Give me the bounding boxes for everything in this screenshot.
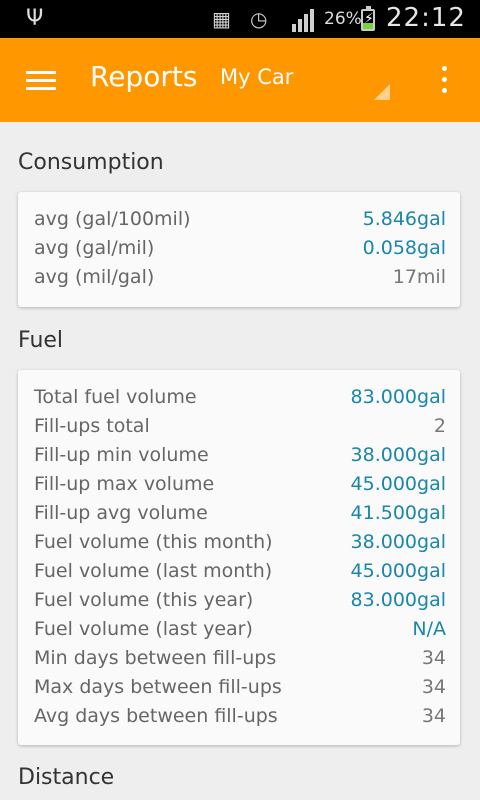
stat-value: 34 (421, 705, 446, 727)
stat-label: Avg days between fill-ups (34, 705, 278, 727)
status-bar: Ψ ▦ ◷ 26% ⚡ 22:12 (0, 0, 480, 38)
battery-charging-icon: ⚡ (361, 6, 375, 31)
hamburger-icon (26, 71, 56, 74)
stat-row: Fuel volume (this month) 38.000gal (34, 531, 446, 560)
overflow-menu-button[interactable] (424, 58, 464, 102)
stat-row: avg (gal/mil) 0.058gal (34, 237, 446, 266)
stat-label: avg (mil/gal) (34, 266, 155, 288)
stat-row: Fuel volume (last month) 45.000gal (34, 560, 446, 589)
dropdown-triangle-icon (374, 84, 390, 100)
stat-value: 17mil (392, 266, 446, 288)
stat-label: Fuel volume (this year) (34, 589, 254, 611)
section-title-distance: Distance (18, 765, 115, 790)
car-selector-value: My Car (220, 65, 294, 89)
stat-label: avg (gal/100mil) (34, 208, 191, 230)
stat-row: avg (gal/100mil) 5.846gal (34, 208, 446, 237)
signal-strength-icon (292, 8, 320, 32)
usb-icon: Ψ (26, 6, 44, 31)
stat-label: avg (gal/mil) (34, 237, 155, 259)
stat-value: 38.000gal (350, 531, 446, 553)
section-title-fuel: Fuel (18, 328, 64, 353)
stat-value: 45.000gal (350, 560, 446, 582)
stat-value: 45.000gal (350, 473, 446, 495)
stat-label: Fill-up avg volume (34, 502, 208, 524)
stat-row: Fill-up max volume 45.000gal (34, 473, 446, 502)
alarm-clock-icon: ◷ (250, 7, 268, 31)
stat-row: Min days between fill-ups 34 (34, 647, 446, 676)
menu-button[interactable] (18, 58, 62, 102)
page-title: Reports (90, 60, 198, 93)
stat-value: 34 (421, 676, 446, 698)
stat-row: Total fuel volume 83.000gal (34, 386, 446, 415)
stat-value: 0.058gal (362, 237, 446, 259)
stat-label: Fill-ups total (34, 415, 150, 437)
app-bar: Reports My Car (0, 38, 480, 122)
battery-percent: 26% (324, 9, 362, 29)
stat-value: 83.000gal (350, 386, 446, 408)
stat-label: Fuel volume (last year) (34, 618, 253, 640)
car-selector-dropdown[interactable]: My Car (220, 56, 396, 106)
section-title-consumption: Consumption (18, 150, 164, 175)
stat-row: avg (mil/gal) 17mil (34, 266, 446, 295)
stat-row: Max days between fill-ups 34 (34, 676, 446, 705)
vibrate-off-icon: ▦ (212, 7, 231, 31)
stat-value: 34 (421, 647, 446, 669)
stat-label: Max days between fill-ups (34, 676, 282, 698)
stat-label: Fill-up min volume (34, 444, 209, 466)
stat-label: Fuel volume (last month) (34, 560, 273, 582)
stat-value: N/A (412, 618, 446, 640)
stat-row: Fuel volume (this year) 83.000gal (34, 589, 446, 618)
stat-label: Fuel volume (this month) (34, 531, 273, 553)
stat-value: 41.500gal (350, 502, 446, 524)
clock: 22:12 (386, 3, 466, 33)
stat-value: 38.000gal (350, 444, 446, 466)
stat-label: Min days between fill-ups (34, 647, 277, 669)
stat-label: Total fuel volume (34, 386, 197, 408)
stat-label: Fill-up max volume (34, 473, 215, 495)
stat-value: 5.846gal (362, 208, 446, 230)
consumption-card: avg (gal/100mil) 5.846gal avg (gal/mil) … (18, 192, 460, 307)
stat-value: 83.000gal (350, 589, 446, 611)
stat-row: Fill-ups total 2 (34, 415, 446, 444)
fuel-card: Total fuel volume 83.000gal Fill-ups tot… (18, 370, 460, 745)
stat-row: Fill-up min volume 38.000gal (34, 444, 446, 473)
stat-row: Fuel volume (last year) N/A (34, 618, 446, 647)
stat-row: Avg days between fill-ups 34 (34, 705, 446, 734)
stat-value: 2 (433, 415, 446, 437)
reports-content[interactable]: Consumption avg (gal/100mil) 5.846gal av… (0, 122, 480, 800)
stat-row: Fill-up avg volume 41.500gal (34, 502, 446, 531)
